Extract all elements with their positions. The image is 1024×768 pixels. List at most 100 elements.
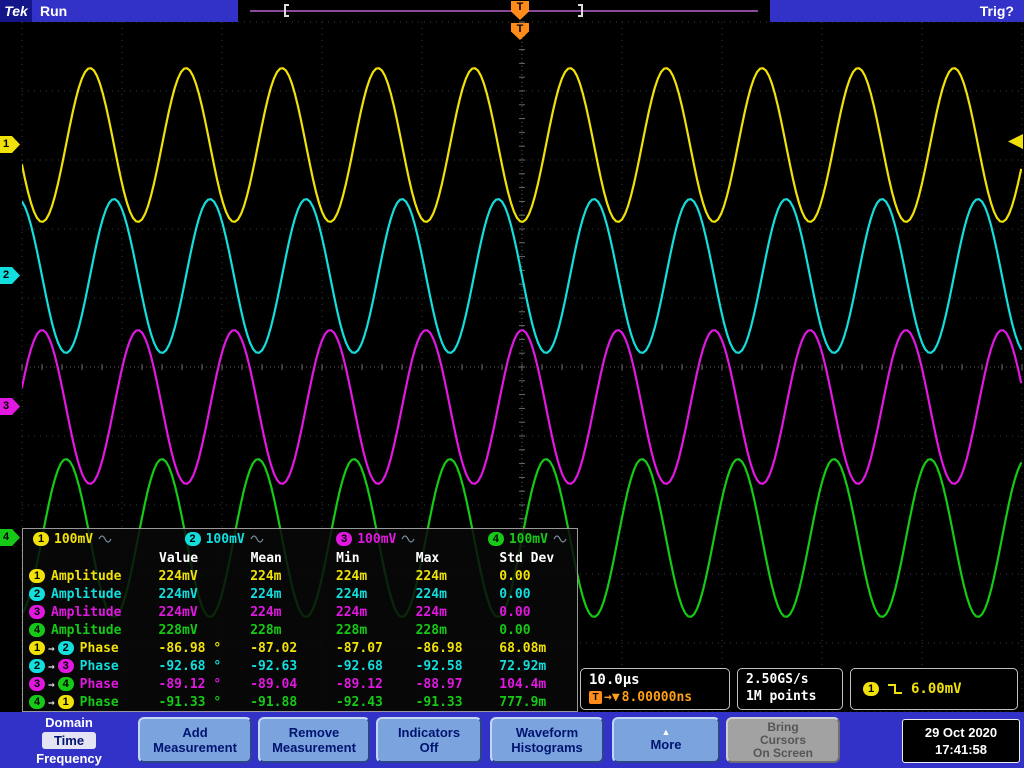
measurement-row: 2 Amplitude 224mV 224m 224m 224m 0.00 [23,585,577,603]
sample-rate-readout: 2.50GS/s [746,672,809,687]
channel-number-pill: 1 [57,695,74,709]
measurement-label: 2 → 3 Phase [23,659,159,674]
domain-option-time[interactable]: Time [41,732,97,749]
measurement-value: -91.33 [415,694,463,710]
measurement-value: -92.68 [335,658,383,674]
bandwidth-icon [250,535,264,543]
button-label: Measurement [272,740,356,755]
measurement-name: Amplitude [51,586,122,602]
datetime-display: 29 Oct 2020 17:41:58 [902,719,1020,763]
measurement-value: 228m [415,622,447,638]
measurement-row: 3 Amplitude 224mV 224m 224m 224m 0.00 [23,603,577,621]
measurement-value: 228m [250,622,282,638]
indicators-button[interactable]: Indicators Off [376,717,482,763]
measurement-value: -91.33 ° [158,694,222,710]
date-label: 29 Oct 2020 [924,725,998,740]
measurement-column-header: Mean [250,550,282,566]
button-label: On Screen [752,745,814,760]
arrow-icon: → [48,659,55,673]
measurement-panel: 1 100mV 2 100mV 3 100mV 4 100mV Value Mean Min Max… [22,528,578,712]
falling-edge-icon [888,684,902,694]
trigger-delay-readout: 8.00000ns [621,690,693,705]
oscilloscope-screen: Tek Run Trig? T T 1 100mV 2 100mV 3 100mV 4 100… [0,0,1024,768]
channel-number-pill: 2 [29,587,45,601]
channel-number-pill: 4 [487,532,504,546]
measurement-row: 4 → 1 Phase -91.33 ° -91.88 -92.43 -91.33 777.9m [23,693,577,711]
button-label: Add [182,725,208,740]
measurement-value: 224m [335,568,368,584]
measurement-value: -92.58 [415,658,463,674]
channel-number-pill: 2 [29,659,45,673]
channel-number-pill: 3 [336,532,353,546]
bring-cursors-button[interactable]: Bring Cursors On Screen [726,717,840,763]
channel-3-badge[interactable]: 3 100mV [336,532,415,547]
measurement-label: 4 Amplitude [23,623,159,638]
bandwidth-icon [553,535,567,543]
measurement-column-header: Value [159,550,199,566]
button-label: Off [419,740,439,755]
button-label: Measurement [153,740,237,755]
trigger-level-readout: 6.00mV [911,681,962,697]
domain-label: Domain [45,715,93,730]
time-label: 17:41:58 [934,742,988,757]
measurement-value: -86.98 [415,640,463,656]
channel-2-badge[interactable]: 2 100mV [184,532,264,547]
measurement-value: 224m [250,586,282,602]
channel-4-badge[interactable]: 4 100mV [487,532,567,547]
measurement-value: 224mV [158,586,198,602]
measurement-value: -92.63 [250,658,298,674]
trigger-settings-box[interactable]: 1 6.00mV [850,668,1018,710]
button-label: Indicators [397,725,461,740]
measurement-value: -87.07 [335,640,383,656]
channel-number-pill: 1 [29,641,45,655]
button-label: Waveform [515,725,579,740]
arrow-icon: → [48,677,55,691]
channel-number-pill: 4 [29,623,45,637]
button-label: Bring [767,719,799,734]
measurement-value: -87.02 [250,640,298,656]
measurement-value: 0.00 [499,622,531,638]
measurement-name: Amplitude [51,622,122,638]
channel-number-pill: 3 [57,659,74,673]
bottom-menu-bar: Domain Time Frequency Add Measurement Re… [0,712,1024,768]
channel-scale-readout: 100mV [54,531,94,547]
button-label: More [650,737,682,752]
measurement-name: Phase [79,658,119,674]
channel-number-pill: 1 [29,569,45,583]
channel-badges-row: 1 100mV 2 100mV 3 100mV 4 100mV [23,529,577,549]
measurement-value: 72.92m [499,658,547,674]
timebase-readout: 10.0µs [589,672,640,688]
arrow-icon: → [48,695,55,709]
remove-measurement-button[interactable]: Remove Measurement [258,717,370,763]
measurement-table-header: Value Mean Min Max Std Dev [23,549,577,567]
trigger-source-pill: 1 [863,682,879,696]
measurement-value: -91.88 [250,694,298,710]
button-label: Histograms [511,740,583,755]
channel-1-badge[interactable]: 1 100mV [33,532,112,547]
measurement-value: 104.4m [499,676,547,692]
measurement-value: -92.43 [335,694,383,710]
measurement-value: 224m [335,586,368,602]
domain-option-frequency[interactable]: Frequency [6,750,132,767]
measurement-row: 1 → 2 Phase -86.98 ° -87.02 -87.07 -86.98 68.08m [23,639,577,657]
measurement-column-header: Min [336,550,360,566]
horizontal-settings-box[interactable]: 10.0µs T →▼ 8.00000ns [580,668,730,710]
measurement-value: 68.08m [499,640,547,656]
measurement-name: Phase [79,640,119,656]
bandwidth-icon [401,535,415,543]
measurement-value: 0.00 [499,568,531,584]
measurement-row: 2 → 3 Phase -92.68 ° -92.63 -92.68 -92.58 72.92m [23,657,577,675]
more-button[interactable]: ▲ More [612,717,720,763]
acquisition-settings-box[interactable]: 2.50GS/s 1M points [737,668,843,710]
measurement-value: -92.68 ° [158,658,222,674]
button-label: Remove [288,725,340,740]
measurement-value: 224m [250,604,282,620]
domain-selector[interactable]: Domain Time Frequency [6,714,132,767]
waveform-histograms-button[interactable]: Waveform Histograms [490,717,604,763]
channel-number-pill: 3 [29,677,45,691]
channel-number-pill: 2 [57,641,74,655]
bandwidth-icon [98,535,112,543]
measurement-row: 3 → 4 Phase -89.12 ° -89.04 -89.12 -88.97 104.4m [23,675,577,693]
measurement-label: 3 → 4 Phase [23,677,159,692]
add-measurement-button[interactable]: Add Measurement [138,717,252,763]
